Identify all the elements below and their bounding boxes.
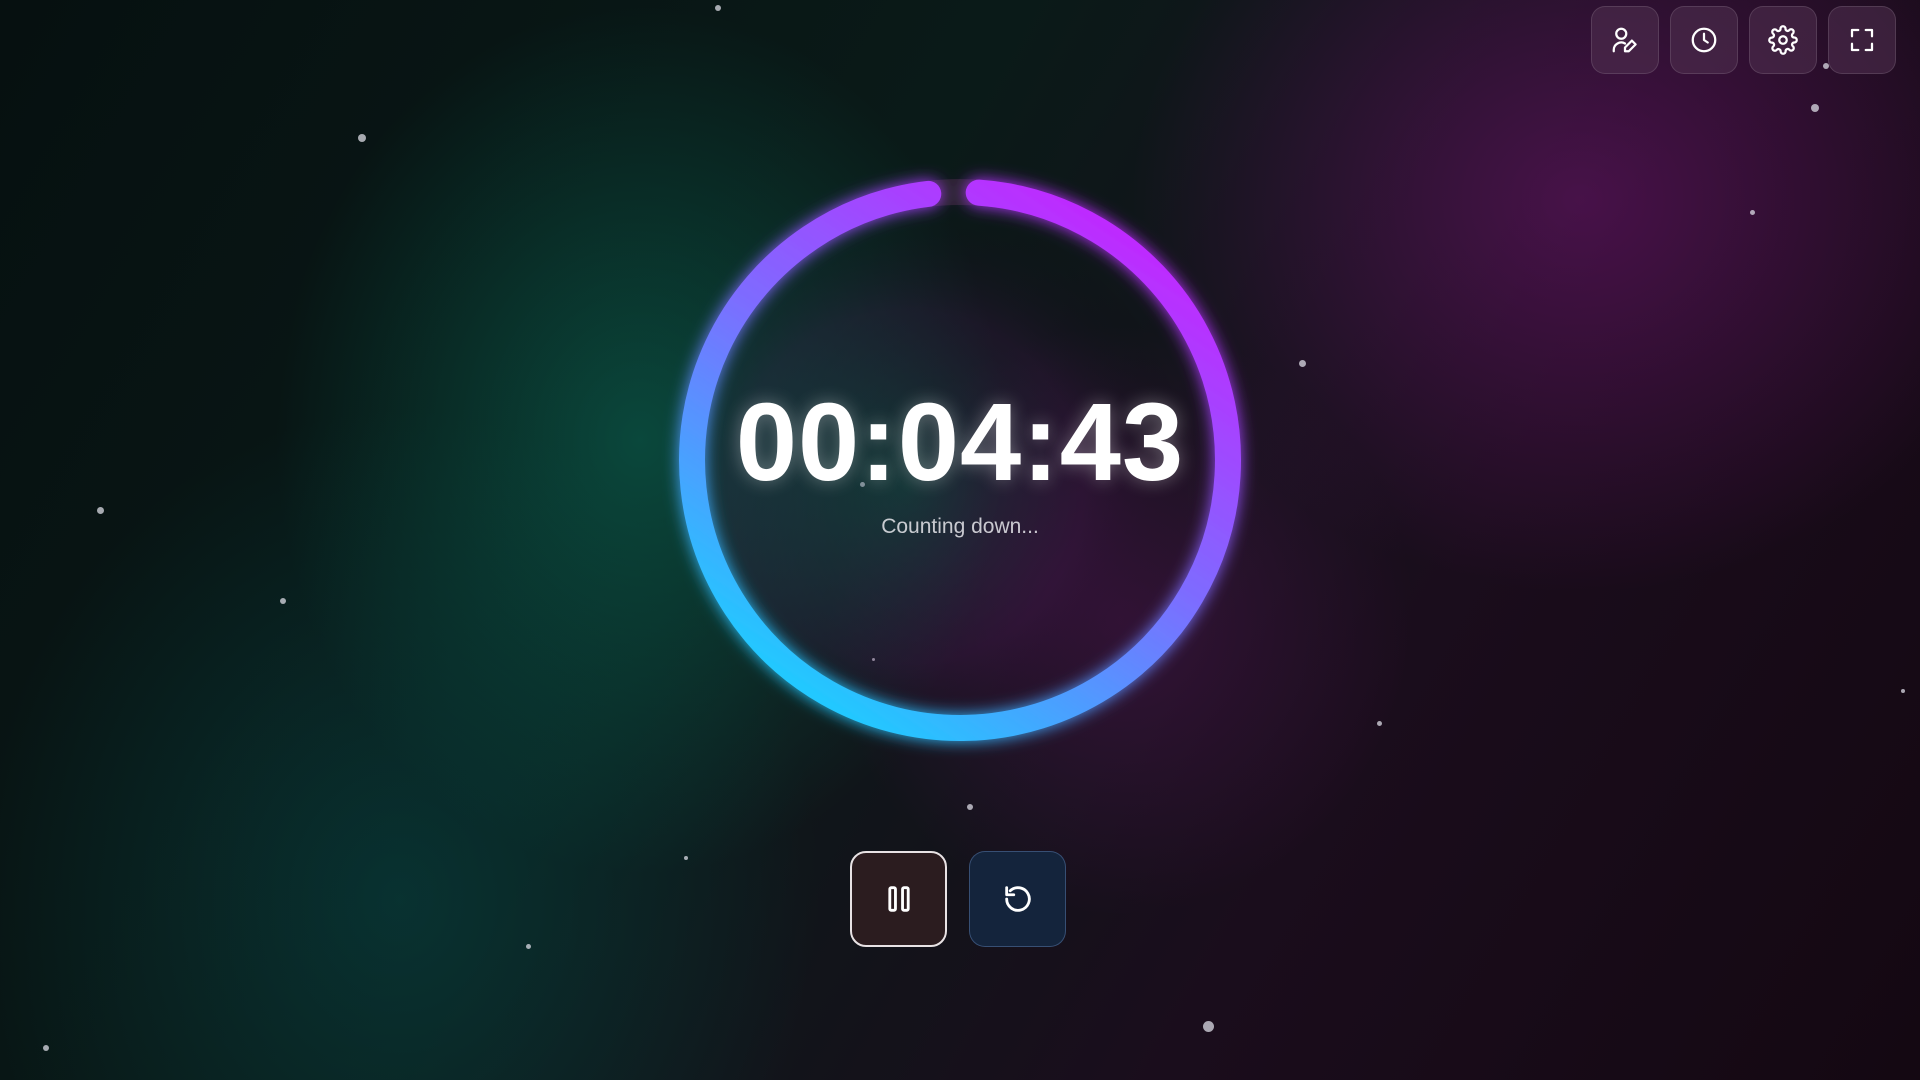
star-dot <box>358 134 366 142</box>
star-dot <box>1749 209 1755 215</box>
timer-status: Counting down... <box>881 515 1039 538</box>
user-edit-icon <box>1612 27 1637 53</box>
star-dot <box>96 506 104 514</box>
star-dot <box>1298 359 1306 367</box>
pause-button[interactable] <box>850 851 947 947</box>
countdown-ring: 00:04:43 Counting down... <box>660 160 1260 760</box>
gear-icon <box>1768 25 1798 55</box>
star-dot <box>43 1045 49 1051</box>
pause-icon <box>887 886 910 912</box>
star-dot <box>1811 104 1819 112</box>
clock-icon <box>1691 27 1717 53</box>
top-toolbar <box>1591 6 1896 74</box>
reset-button[interactable] <box>969 851 1066 947</box>
fullscreen-button[interactable] <box>1828 6 1896 74</box>
star-dot <box>525 943 531 949</box>
star-dot <box>1376 720 1382 726</box>
star-dot <box>684 856 688 860</box>
user-edit-button[interactable] <box>1591 6 1659 74</box>
star-dot <box>1901 689 1905 693</box>
star-dot <box>967 804 973 810</box>
history-button[interactable] <box>1670 6 1738 74</box>
timer-controls <box>850 851 1066 947</box>
star-dot <box>1202 1020 1214 1032</box>
reset-icon <box>1004 886 1031 912</box>
timer-display: 00:04:43 <box>735 381 1185 504</box>
star-dot <box>280 598 286 604</box>
fullscreen-icon <box>1850 28 1874 52</box>
settings-button[interactable] <box>1749 6 1817 74</box>
star-dot <box>715 5 721 11</box>
